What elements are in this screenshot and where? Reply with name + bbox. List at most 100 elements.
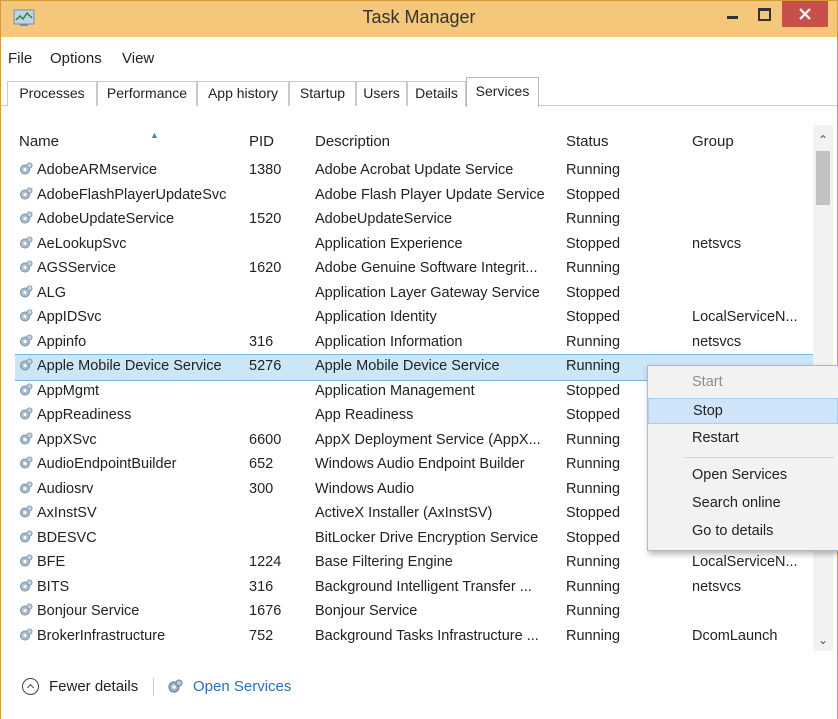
tab-processes[interactable]: Processes [7,81,97,106]
service-name-text: AppXSvc [37,431,97,448]
pid-cell: 6600 [249,431,282,448]
status-cell: Running [566,603,621,619]
task-manager-window: Task Manager File Options View Processes… [0,0,838,719]
description-cell: Windows Audio Endpoint Builder [315,456,525,472]
scroll-down-arrow-icon[interactable]: ⌄ [813,633,833,649]
title-bar[interactable]: Task Manager [1,1,837,37]
table-row[interactable]: AdobeFlashPlayerUpdateSvc Adobe Flash Pla… [15,184,815,209]
table-row[interactable]: AppIDSvc Application Identity Stopped Local… [15,306,815,331]
description-cell: Application Identity [315,309,437,325]
menu-view[interactable]: View [122,50,154,67]
tab-users[interactable]: Users [356,81,407,106]
menu-options[interactable]: Options [50,50,102,67]
table-row[interactable]: Bonjour Service 1676 Bonjour Service Runnin… [15,600,815,625]
service-name-cell: AppReadiness [19,407,237,423]
status-cell: Running [566,260,621,276]
column-header-description[interactable]: Description [315,125,390,159]
description-cell: Application Experience [315,235,463,252]
sort-ascending-icon: ▲ [150,130,159,140]
description-cell: Windows Audio [315,480,415,497]
service-name-cell: Apple Mobile Device Service [19,358,237,374]
tab-details[interactable]: Details [407,81,466,106]
context-menu-label: Start [692,374,723,390]
pid-cell: 5276 [249,358,282,374]
tab-app-history[interactable]: App history [197,81,289,106]
table-row[interactable]: AdobeUpdateService 1520 AdobeUpdateService… [15,208,815,233]
table-row[interactable]: ALG Application Layer Gateway Service Stop… [15,282,815,307]
menu-file[interactable]: File [8,50,32,67]
service-name-cell: AdobeARMservice [19,162,237,178]
context-menu-go-to-details[interactable]: Go to details [648,519,838,545]
open-services-link[interactable]: Open Services [193,678,291,695]
tab-services[interactable]: Services [466,77,539,107]
column-header-pid[interactable]: PID [249,125,274,159]
service-name-text: AeLookupSvc [37,235,127,252]
maximize-button[interactable] [749,1,779,27]
table-row[interactable]: BFE 1224 Base Filtering Engine Running Local… [15,551,815,576]
status-cell: Stopped [566,235,621,252]
scroll-up-arrow-icon[interactable]: ⌃ [813,133,833,149]
service-name-cell: AdobeUpdateService [19,211,237,227]
service-name-text: Bonjour Service [37,603,140,619]
service-gear-icon [20,579,33,591]
window-title: Task Manager [362,7,476,27]
group-cell: LocalServiceN... [692,554,798,570]
group-cell: netsvcs [692,578,742,595]
close-button[interactable] [782,1,828,27]
group-cell: DcomLaunch [692,627,778,644]
service-gear-icon [20,260,33,273]
pid-cell: 1620 [249,260,282,276]
status-cell: Running [566,554,621,570]
status-cell: Running [566,162,621,178]
service-gear-icon [20,456,33,469]
context-menu-search-online[interactable]: Search online [648,491,838,517]
table-row[interactable]: AeLookupSvc Application Experience Stopped… [15,233,815,258]
service-name-cell: BrokerInfrastructure [19,628,237,644]
table-row[interactable]: AdobeARMservice 1380 Adobe Acrobat Update … [15,159,815,184]
service-name-text: Apple Mobile Device Service [37,358,222,374]
context-menu-open-services[interactable]: Open Services [648,463,838,489]
footer: Fewer details Open Services [1,651,837,719]
description-cell: Base Filtering Engine [315,554,453,570]
service-name-text: BITS [37,578,70,595]
tab-performance[interactable]: Performance [97,81,197,106]
status-cell: Running [566,578,621,595]
status-cell: Running [566,627,621,644]
description-cell: BitLocker Drive Encryption Service [315,529,539,546]
service-name-cell: ALG [19,285,237,301]
service-name-text: AudioEndpointBuilder [37,456,177,472]
table-row[interactable]: BrokerInfrastructure 752 Background Tasks … [15,625,815,650]
status-cell: Running [566,333,621,350]
service-gear-icon [20,358,33,371]
service-name-cell: BDESVC [19,530,237,546]
fewer-details-link[interactable]: Fewer details [49,678,138,695]
context-menu-start[interactable]: Start [648,370,838,396]
tab-startup[interactable]: Startup [289,81,356,106]
service-name-cell: AeLookupSvc [19,236,237,252]
service-name-cell: Appinfo [19,334,237,350]
table-row[interactable]: AGSService 1620 Adobe Genuine Software Int… [15,257,815,282]
chevron-up-circle-icon[interactable] [22,678,39,695]
service-name-cell: AudioEndpointBuilder [19,456,237,472]
service-gear-icon [20,285,33,297]
context-menu-stop[interactable]: Stop [648,398,838,424]
minimize-button[interactable] [717,1,747,27]
column-header-group[interactable]: Group [692,125,734,159]
table-row[interactable]: Appinfo 316 Application Information Running… [15,331,815,356]
table-row[interactable]: BITS 316 Background Intelligent Transfer .… [15,576,815,601]
column-header-name[interactable]: Name [19,125,59,159]
service-gear-icon [20,211,33,224]
context-menu-restart[interactable]: Restart [648,426,838,452]
scroll-thumb[interactable] [816,151,830,205]
status-cell: Stopped [566,309,621,325]
service-name-text: AppMgmt [37,382,100,399]
service-name-cell: AdobeFlashPlayerUpdateSvc [19,187,237,203]
close-icon [799,8,811,20]
context-menu-separator [684,457,834,458]
service-name-text: ALG [37,284,67,301]
column-header-status[interactable]: Status [566,125,609,159]
pid-cell: 1224 [249,554,282,570]
context-menu-label: Go to details [692,523,774,539]
pid-cell: 316 [249,333,274,350]
menu-bar: File Options View [1,39,837,79]
